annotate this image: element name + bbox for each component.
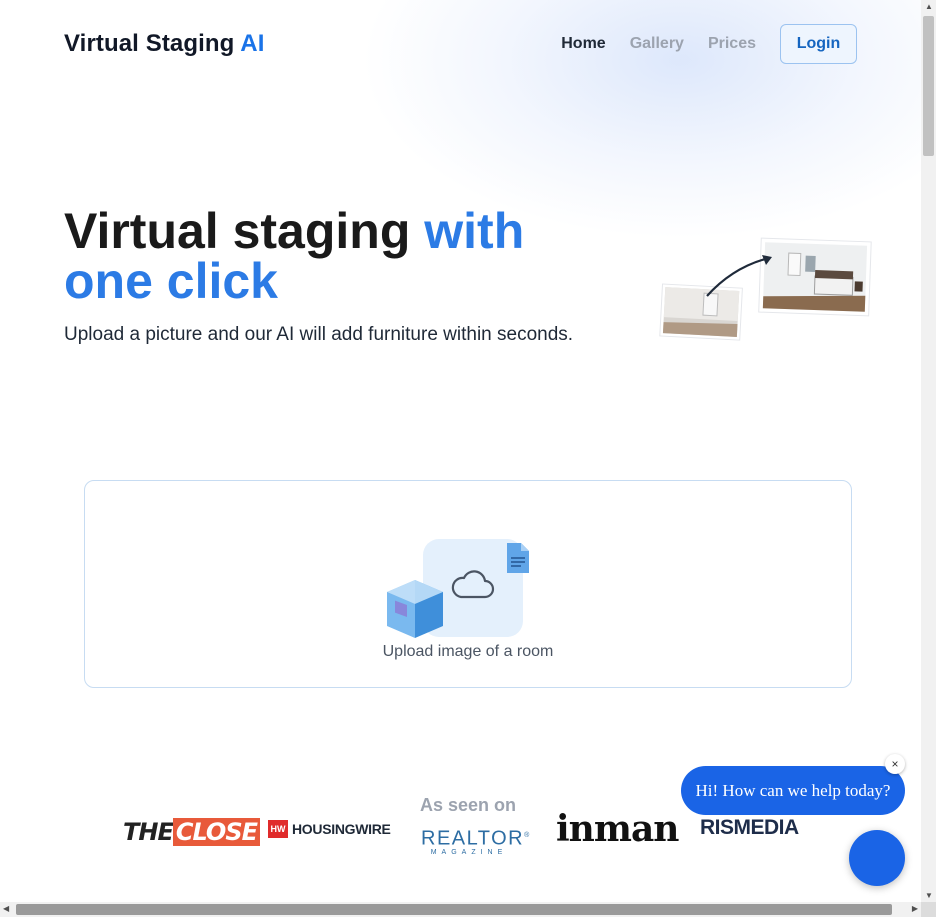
housingwire-logo: HW HOUSINGWIRE bbox=[268, 820, 391, 838]
inman-logo: inman bbox=[556, 808, 679, 850]
scrollbar-corner bbox=[921, 902, 936, 917]
vertical-scroll-thumb[interactable] bbox=[923, 16, 934, 156]
theclose-logo: THE CLOSE bbox=[123, 818, 260, 846]
login-button[interactable]: Login bbox=[780, 24, 857, 64]
horizontal-scroll-thumb[interactable] bbox=[16, 904, 892, 915]
nav-prices[interactable]: Prices bbox=[708, 35, 756, 53]
hero-title-main: Virtual staging bbox=[64, 203, 425, 259]
rismedia-logo: RISMEDIA bbox=[700, 816, 799, 839]
document-icon bbox=[507, 543, 529, 573]
staged-room-photo bbox=[758, 237, 872, 317]
upload-illustration bbox=[387, 539, 529, 638]
realtor-magazine-logo: REALTOR® MAGAZINE bbox=[421, 827, 531, 856]
upload-label: Upload image of a room bbox=[382, 643, 554, 660]
site-logo[interactable]: Virtual Staging AI bbox=[64, 30, 265, 58]
hero-subtitle: Upload a picture and our AI will add fur… bbox=[64, 324, 574, 345]
vertical-scrollbar[interactable]: ▲ ▼ bbox=[921, 0, 936, 902]
nav-home[interactable]: Home bbox=[561, 35, 605, 53]
chat-greeting-bubble[interactable]: Hi! How can we help today? bbox=[681, 766, 905, 815]
page: Virtual Staging AI Home Gallery Prices L… bbox=[0, 0, 921, 902]
scroll-up-icon[interactable]: ▲ bbox=[925, 2, 933, 11]
scroll-left-icon[interactable]: ◀ bbox=[3, 904, 9, 913]
upload-dropzone[interactable]: Upload image of a room bbox=[84, 480, 852, 688]
main-nav: Home Gallery Prices Login bbox=[537, 24, 857, 64]
logo-text: Virtual Staging bbox=[64, 30, 241, 57]
scroll-right-icon[interactable]: ▶ bbox=[912, 904, 918, 913]
before-after-illustration bbox=[659, 237, 872, 341]
horizontal-scrollbar[interactable]: ◀ ▶ bbox=[0, 902, 921, 917]
nav-gallery[interactable]: Gallery bbox=[630, 35, 684, 53]
logo-accent: AI bbox=[240, 30, 265, 57]
chat-launcher-button[interactable] bbox=[849, 830, 905, 886]
cube-icon bbox=[387, 580, 443, 638]
empty-room-photo bbox=[659, 283, 743, 341]
chat-close-button[interactable]: × bbox=[885, 754, 905, 774]
scroll-down-icon[interactable]: ▼ bbox=[925, 891, 933, 900]
hero-title: Virtual staging with one click bbox=[64, 206, 584, 306]
